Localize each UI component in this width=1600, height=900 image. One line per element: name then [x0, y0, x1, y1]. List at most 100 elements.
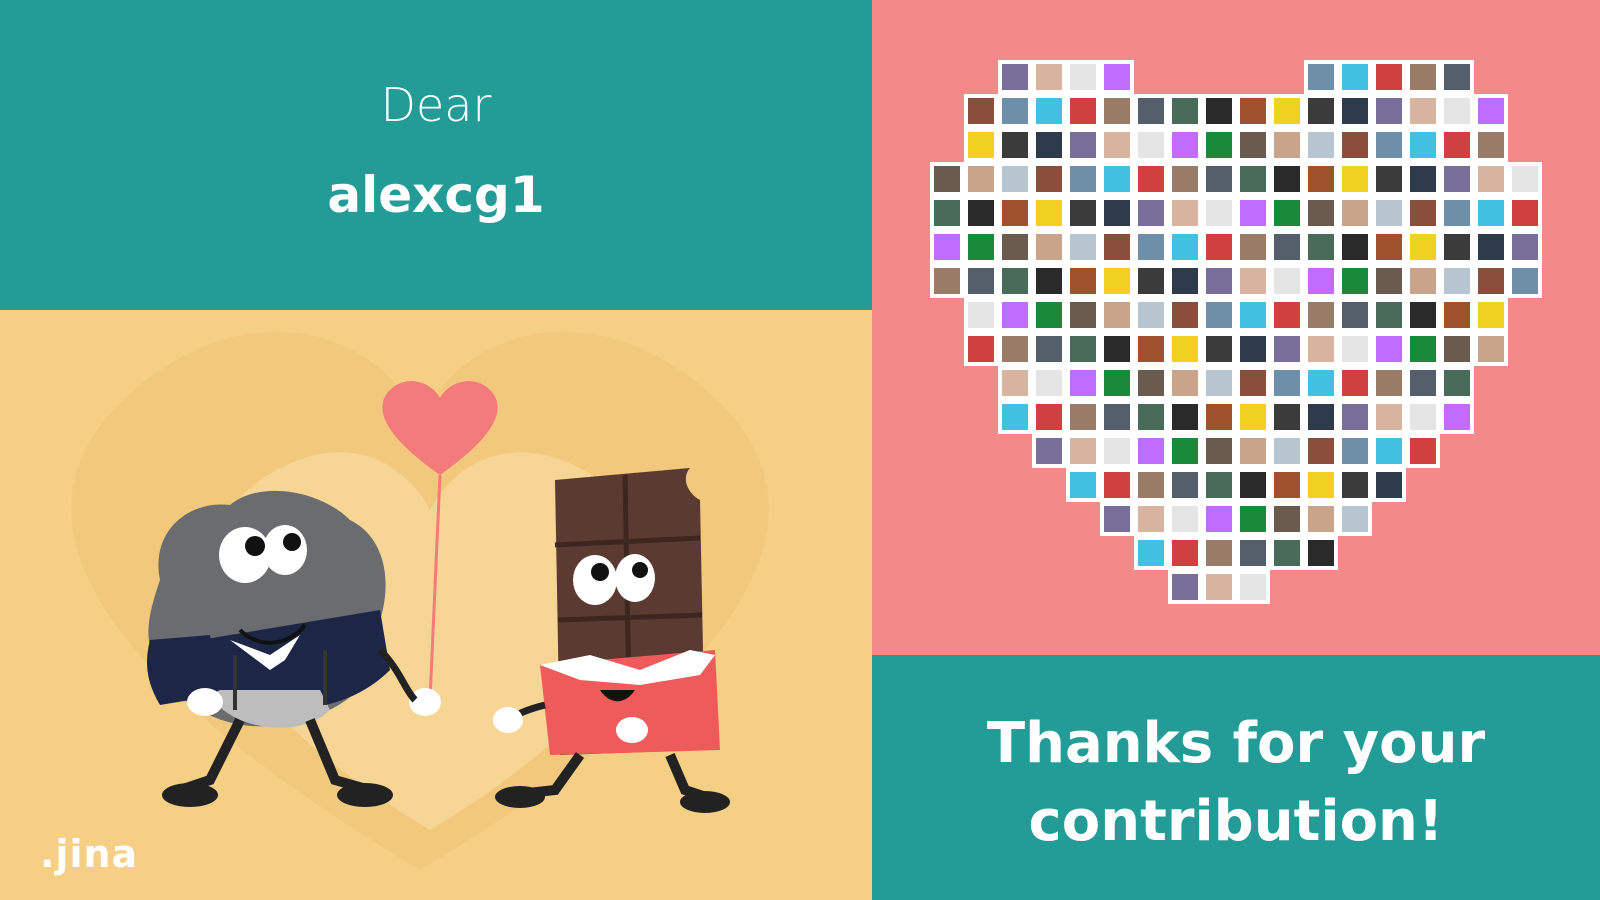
- avatar-tile: [1342, 404, 1368, 430]
- avatar-tile: [1410, 370, 1436, 396]
- avatar-tile: [1172, 132, 1198, 158]
- avatar-tile: [1444, 200, 1470, 226]
- thanks-line-1: Thanks for your: [986, 711, 1486, 776]
- thanks-panel: Thanks for your contribution!: [872, 655, 1600, 900]
- avatar-tile: [1376, 472, 1402, 498]
- avatar-tile: [1206, 404, 1232, 430]
- avatar-tile: [1036, 64, 1062, 90]
- avatar-tile: [1512, 166, 1538, 192]
- avatar-tile: [1206, 370, 1232, 396]
- avatar-tile: [1104, 268, 1130, 294]
- avatar-tile: [934, 234, 960, 260]
- avatar-tile: [1002, 98, 1028, 124]
- avatar-tile: [1206, 234, 1232, 260]
- avatar-tile: [1172, 506, 1198, 532]
- avatar-tile: [1104, 438, 1130, 464]
- avatar-tile: [1104, 98, 1130, 124]
- avatar-tile: [1002, 64, 1028, 90]
- avatar-tile: [1070, 472, 1096, 498]
- avatar-tile: [1308, 370, 1334, 396]
- avatar-tile: [1104, 234, 1130, 260]
- avatar-tile: [1444, 370, 1470, 396]
- avatar-tile: [1138, 166, 1164, 192]
- avatar-tile: [1512, 200, 1538, 226]
- avatar-tile: [1138, 268, 1164, 294]
- avatar-tile: [1070, 200, 1096, 226]
- avatar-tile: [1308, 268, 1334, 294]
- avatar-tile: [1206, 166, 1232, 192]
- avatar-tile: [1478, 234, 1504, 260]
- avatar-tile: [1444, 268, 1470, 294]
- avatar-tile: [1342, 234, 1368, 260]
- avatar-tile: [1308, 132, 1334, 158]
- avatar-tile: [1206, 200, 1232, 226]
- contributors-heart-mosaic: [930, 60, 1542, 604]
- avatar-tile: [1138, 336, 1164, 362]
- avatar-tile: [1138, 404, 1164, 430]
- avatar-tile: [1376, 302, 1402, 328]
- valentine-illustration: [71, 331, 769, 871]
- avatar-tile: [1036, 166, 1062, 192]
- avatar-tile: [1342, 166, 1368, 192]
- avatar-tile: [1206, 98, 1232, 124]
- avatar-tile: [1342, 268, 1368, 294]
- avatar-tile: [1274, 472, 1300, 498]
- illustration-panel: .jina: [0, 310, 872, 900]
- avatar-tile: [1070, 370, 1096, 396]
- avatar-tile: [1444, 302, 1470, 328]
- avatar-tile: [1172, 166, 1198, 192]
- avatar-tile: [968, 268, 994, 294]
- avatar-tile: [1410, 200, 1436, 226]
- avatar-tile: [1376, 166, 1402, 192]
- avatar-tile: [1342, 302, 1368, 328]
- avatar-tile: [1138, 472, 1164, 498]
- avatar-tile: [1240, 574, 1266, 600]
- avatar-tile: [1274, 98, 1300, 124]
- avatar-tile: [1308, 98, 1334, 124]
- avatar-tile: [1036, 438, 1062, 464]
- avatar-tile: [1274, 438, 1300, 464]
- avatar-tile: [1308, 302, 1334, 328]
- avatar-tile: [1036, 234, 1062, 260]
- avatar-tile: [1410, 438, 1436, 464]
- avatar-tile: [1172, 540, 1198, 566]
- avatar-tile: [1240, 234, 1266, 260]
- avatar-tile: [1070, 132, 1096, 158]
- avatar-tile: [1342, 472, 1368, 498]
- avatar-tile: [1172, 234, 1198, 260]
- avatar-tile: [1444, 336, 1470, 362]
- avatar-tile: [1274, 166, 1300, 192]
- avatar-tile: [1376, 132, 1402, 158]
- avatar-tile: [1002, 166, 1028, 192]
- avatar-tile: [1206, 574, 1232, 600]
- avatar-tile: [1104, 132, 1130, 158]
- avatar-tile: [1002, 200, 1028, 226]
- avatar-tile: [1070, 336, 1096, 362]
- avatar-tile: [1172, 302, 1198, 328]
- avatar-tile: [1274, 234, 1300, 260]
- avatar-tile: [1376, 234, 1402, 260]
- avatar-tile: [1172, 370, 1198, 396]
- avatar-tile: [1138, 132, 1164, 158]
- avatar-tile: [1036, 404, 1062, 430]
- avatar-tile: [1070, 404, 1096, 430]
- avatar-tile: [1138, 438, 1164, 464]
- avatar-tile: [1274, 370, 1300, 396]
- avatar-tile: [1172, 574, 1198, 600]
- avatar-tile: [1138, 200, 1164, 226]
- avatar-tile: [1002, 132, 1028, 158]
- thanks-message: Thanks for your contribution!: [872, 705, 1600, 861]
- avatar-tile: [1240, 540, 1266, 566]
- avatar-tile: [1308, 200, 1334, 226]
- avatar-tile: [1104, 336, 1130, 362]
- avatar-tile: [1342, 506, 1368, 532]
- avatar-tile: [1274, 268, 1300, 294]
- avatar-tile: [1410, 336, 1436, 362]
- avatar-tile: [1036, 98, 1062, 124]
- avatar-tile: [1036, 200, 1062, 226]
- avatar-tile: [1172, 200, 1198, 226]
- avatar-tile: [1070, 234, 1096, 260]
- avatar-tile: [1512, 234, 1538, 260]
- avatar-tile: [1240, 166, 1266, 192]
- avatar-tile: [1104, 404, 1130, 430]
